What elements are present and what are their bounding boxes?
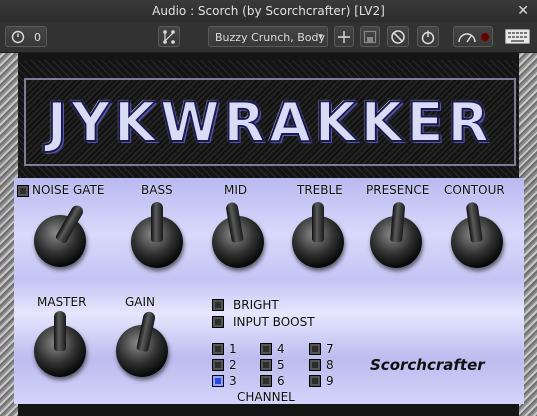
channel-2-label: 2 [229, 358, 237, 372]
latency-value: 0 [34, 31, 41, 44]
channel-3-button[interactable] [212, 375, 224, 387]
input-boost-label: INPUT BOOST [233, 315, 315, 329]
channel-8-label: 8 [326, 358, 334, 372]
channel-1-label: 1 [229, 342, 237, 356]
gain-knob[interactable] [116, 310, 168, 377]
bright-label: BRIGHT [233, 298, 279, 312]
bright-switch[interactable] [212, 299, 224, 311]
contour-knob[interactable] [451, 201, 503, 268]
channel-3-label: 3 [229, 374, 237, 388]
plugin-logo: JYKWRAKKER [46, 90, 494, 155]
channel-6-label: 6 [277, 374, 285, 388]
channel-7-button[interactable] [309, 343, 321, 355]
mid-label: MID [224, 183, 248, 197]
routing-icon [163, 30, 175, 44]
channel-7-label: 7 [326, 342, 334, 356]
presence-knob[interactable] [370, 201, 422, 268]
window-title: Audio : Scorch (by Scorchcrafter) [LV2] [152, 4, 385, 18]
channel-6-button[interactable] [260, 375, 272, 387]
treble-label: TREBLE [297, 183, 343, 197]
close-icon[interactable]: ✕ [517, 0, 529, 22]
channel-8-button[interactable] [309, 359, 321, 371]
save-preset-button[interactable] [360, 26, 380, 47]
preset-label: Buzzy Crunch, Body [215, 31, 325, 44]
channel-9-button[interactable] [309, 375, 321, 387]
bass-label: BASS [141, 183, 173, 197]
timer-icon [11, 30, 25, 44]
noise-gate-switch[interactable] [17, 185, 29, 197]
chevron-down-icon: ▾ [318, 32, 323, 42]
channel-2-button[interactable] [212, 359, 224, 371]
title-bar: Audio : Scorch (by Scorchcrafter) [LV2] … [0, 0, 537, 22]
presence-label: PRESENCE [366, 183, 430, 197]
keyboard-icon[interactable] [505, 29, 530, 44]
master-knob[interactable] [34, 311, 86, 377]
channel-4-label: 4 [277, 342, 285, 356]
routing-button[interactable] [158, 26, 180, 47]
bass-knob[interactable] [131, 202, 183, 268]
power-icon [421, 30, 435, 45]
contour-label: CONTOUR [444, 183, 505, 197]
save-icon [363, 30, 377, 44]
power-button[interactable] [417, 26, 439, 47]
input-boost-switch[interactable] [212, 316, 224, 328]
add-preset-button[interactable] [334, 26, 354, 47]
preset-dropdown[interactable]: Buzzy Crunch, Body ▾ [208, 26, 328, 47]
channel-4-button[interactable] [260, 343, 272, 355]
channel-5-button[interactable] [260, 359, 272, 371]
bypass-icon [391, 30, 405, 44]
mid-knob[interactable] [212, 201, 264, 268]
toolbar: 0 Buzzy Crunch, Body ▾ [0, 22, 537, 53]
noise-gate-label: NOISE GATE [32, 183, 105, 197]
noise-gate-knob[interactable] [34, 203, 86, 267]
meter-button[interactable] [453, 26, 493, 47]
channel-label: CHANNEL [237, 390, 295, 404]
channel-5-label: 5 [277, 358, 285, 372]
plus-icon [338, 31, 350, 43]
bypass-button[interactable] [387, 26, 409, 47]
treble-knob[interactable] [292, 202, 344, 268]
latency-button[interactable]: 0 [5, 26, 47, 47]
record-led-icon [481, 33, 489, 41]
brand-name: Scorchcrafter [370, 356, 485, 374]
master-label: MASTER [37, 295, 87, 309]
gain-label: GAIN [125, 295, 156, 309]
gauge-icon [458, 33, 476, 43]
channel-9-label: 9 [326, 374, 334, 388]
channel-1-button[interactable] [212, 343, 224, 355]
